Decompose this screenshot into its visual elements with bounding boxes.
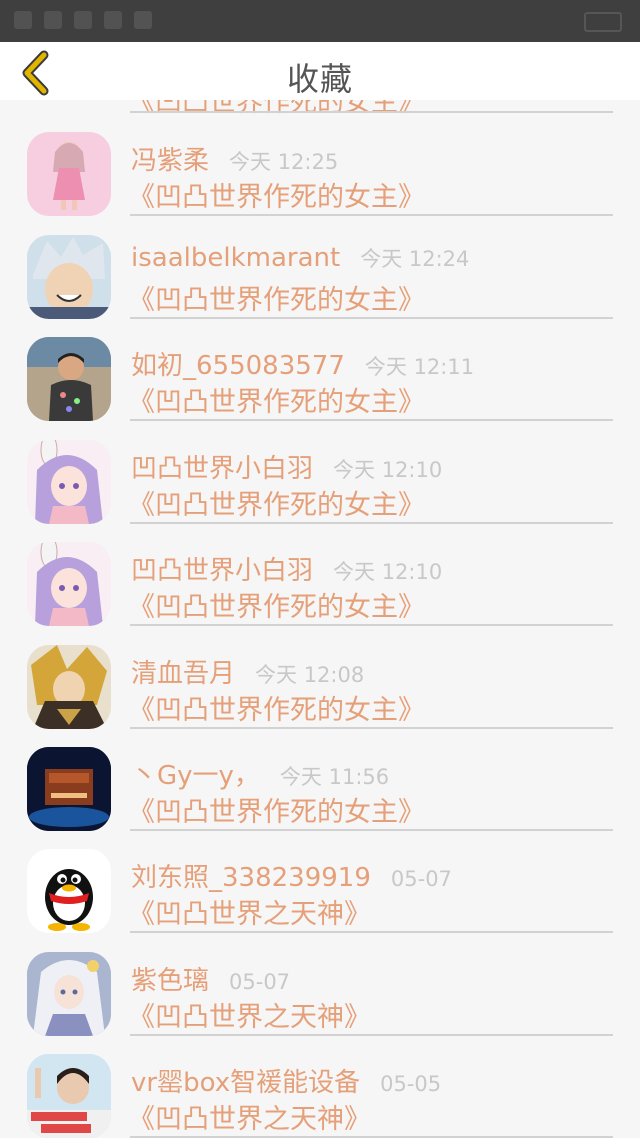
timestamp: 今天 12:10: [333, 458, 443, 482]
divider: [130, 522, 613, 524]
divider: [130, 624, 613, 626]
list-item[interactable]: 冯紫柔 今天 12:25 《凹凸世界作死的女主》: [0, 132, 640, 242]
list-item[interactable]: isaalbelkmarant 今天 12:24 《凹凸世界作死的女主》: [0, 235, 640, 345]
timestamp: 05-07: [229, 970, 291, 994]
divider: [130, 1034, 613, 1036]
list-item[interactable]: 凹凸世界小白羽 今天 12:10 《凹凸世界作死的女主》: [0, 542, 640, 652]
user-name[interactable]: isaalbelkmarant: [131, 243, 340, 273]
list-item[interactable]: 刘东照_338239919 05-07 《凹凸世界之天神》: [0, 849, 640, 959]
timestamp: 今天 12:10: [333, 560, 443, 584]
favorites-list[interactable]: 《凹凸世界作死的女主》 冯紫柔 今天 12:25 《凹凸世界作死的女主》 isaa…: [0, 100, 640, 1138]
divider: [130, 317, 613, 319]
divider: [130, 829, 613, 831]
status-bar: [0, 0, 640, 42]
book-title[interactable]: 《凹凸世界作死的女主》: [128, 483, 425, 522]
timestamp: 05-05: [380, 1072, 442, 1096]
user-name[interactable]: 冯紫柔: [131, 140, 209, 177]
blonde-warrior-avatar[interactable]: [27, 645, 111, 729]
child-photo-avatar[interactable]: [27, 337, 111, 421]
divider: [130, 931, 613, 933]
user-name[interactable]: 如初_655083577: [131, 345, 345, 382]
timestamp: 今天 11:56: [279, 765, 390, 789]
timestamp: 今天 12:11: [364, 355, 475, 379]
purple-hair-avatar[interactable]: [27, 440, 111, 524]
book-title[interactable]: 《凹凸世界之天神》: [128, 1097, 371, 1136]
divider: [130, 214, 613, 216]
game-screen-avatar[interactable]: [27, 747, 111, 831]
user-name[interactable]: vr罂box智褑能设备: [131, 1062, 360, 1099]
list-item[interactable]: 凹凸世界小白羽 今天 12:10 《凹凸世界作死的女主》: [0, 440, 640, 550]
page-title: 收藏: [286, 60, 353, 98]
user-name[interactable]: 凹凸世界小白羽: [131, 550, 313, 587]
book-title[interactable]: 《凹凸世界作死的女主》: [128, 175, 425, 214]
silver-hair-avatar[interactable]: [27, 235, 111, 319]
list-item[interactable]: 如初_655083577 今天 12:11 《凹凸世界作死的女主》: [0, 337, 640, 447]
divider: [130, 419, 613, 421]
purple-hair-avatar[interactable]: [27, 542, 111, 626]
timestamp: 05-07: [390, 867, 452, 891]
user-name[interactable]: 清血吾月: [131, 653, 235, 690]
divider: [130, 727, 613, 729]
qq-penguin-avatar[interactable]: [27, 849, 111, 933]
list-item[interactable]: 清血吾月 今天 12:08 《凹凸世界作死的女主》: [0, 645, 640, 755]
list-item[interactable]: 《凹凸世界作死的女主》: [0, 100, 640, 118]
girl-photo-avatar[interactable]: [27, 1054, 111, 1138]
book-title[interactable]: 《凹凸世界作死的女主》: [128, 585, 425, 624]
user-name[interactable]: 丶Gy一y，: [131, 755, 260, 792]
book-title[interactable]: 《凹凸世界作死的女主》: [128, 100, 425, 119]
list-item[interactable]: 丶Gy一y， 今天 11:56 《凹凸世界作死的女主》: [0, 747, 640, 857]
book-title[interactable]: 《凹凸世界作死的女主》: [128, 380, 425, 419]
list-item[interactable]: 紫色璃 05-07 《凹凸世界之天神》: [0, 952, 640, 1062]
timestamp: 今天 12:08: [255, 663, 365, 687]
user-name[interactable]: 紫色璃: [131, 960, 209, 997]
timestamp: 今天 12:25: [229, 150, 339, 174]
book-title[interactable]: 《凹凸世界作死的女主》: [128, 278, 425, 317]
book-title[interactable]: 《凹凸世界之天神》: [128, 995, 371, 1034]
divider: [130, 111, 613, 113]
book-title[interactable]: 《凹凸世界之天神》: [128, 892, 371, 931]
nav-bar: 收藏: [0, 42, 640, 100]
pink-girl-avatar[interactable]: [27, 132, 111, 216]
battery-icon: [584, 12, 622, 32]
white-hair-avatar[interactable]: [27, 952, 111, 1036]
book-title[interactable]: 《凹凸世界作死的女主》: [128, 790, 425, 829]
user-name[interactable]: 刘东照_338239919: [131, 857, 371, 894]
user-name[interactable]: 凹凸世界小白羽: [131, 448, 313, 485]
status-icons: [14, 11, 152, 29]
timestamp: 今天 12:24: [360, 247, 470, 271]
list-item[interactable]: vr罂box智褑能设备 05-05 《凹凸世界之天神》: [0, 1054, 640, 1138]
book-title[interactable]: 《凹凸世界作死的女主》: [128, 688, 425, 727]
